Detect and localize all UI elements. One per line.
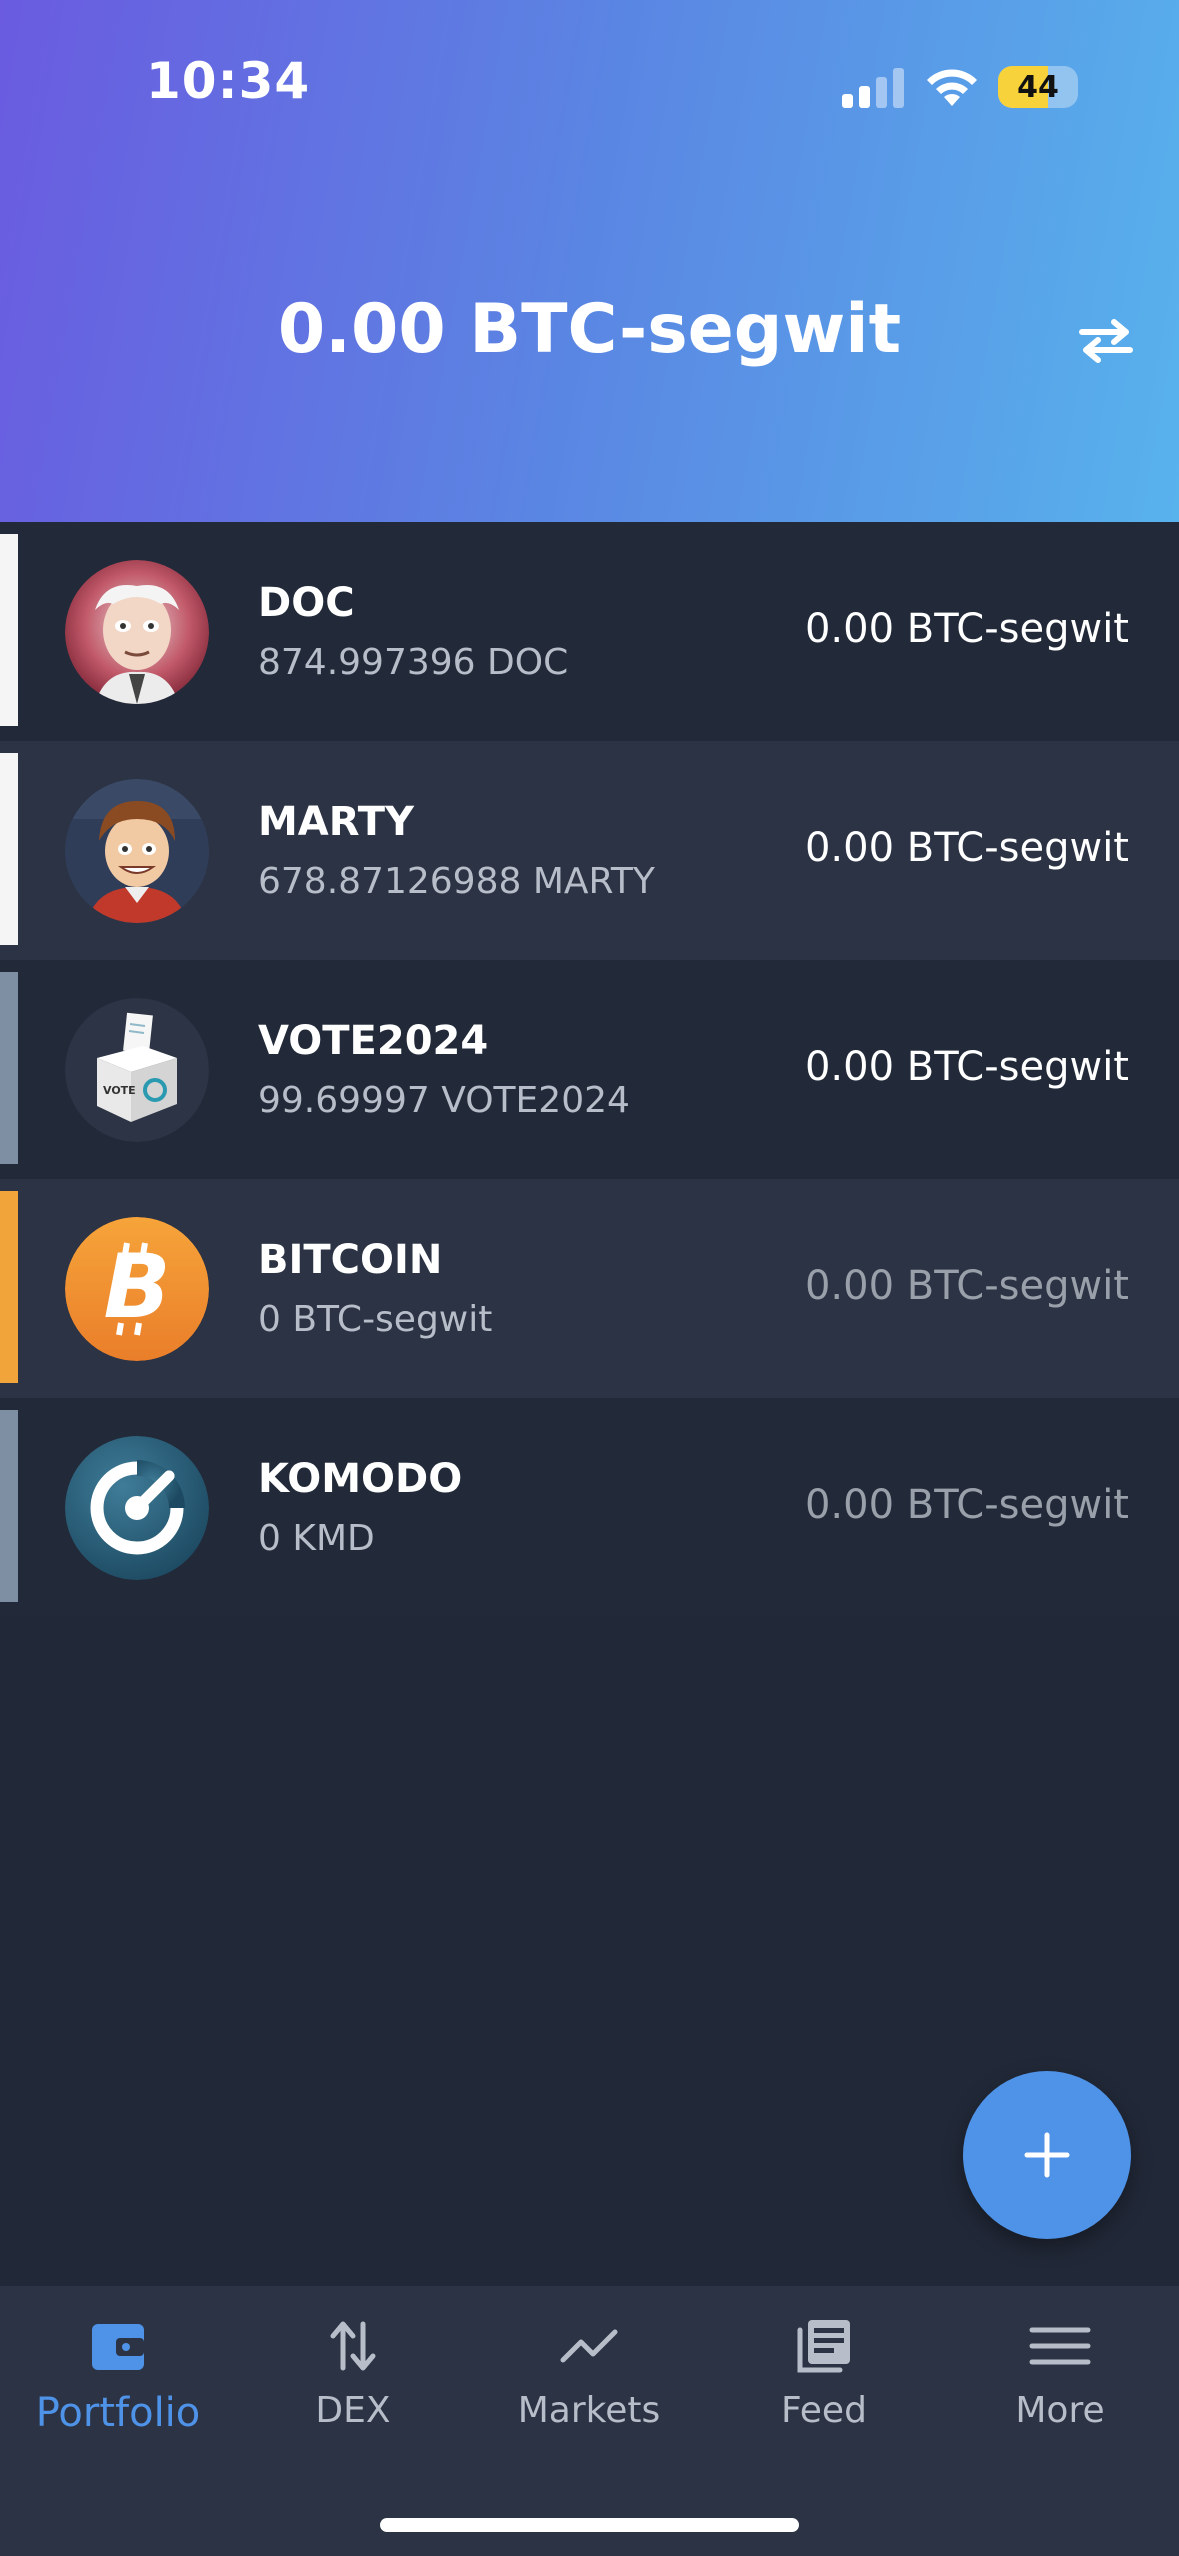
cellular-signal-icon [842, 68, 904, 108]
wallet-icon [92, 2324, 144, 2370]
battery-indicator: 44 [998, 66, 1078, 108]
coin-row-doc[interactable]: DOC 874.997396 DOC 0.00 BTC-segwit [0, 522, 1179, 741]
menu-icon [1029, 2327, 1091, 2365]
tab-portfolio[interactable]: Portfolio [8, 2314, 228, 2444]
coin-fiat-value: 0.00 BTC-segwit [804, 1482, 1129, 1528]
tab-more[interactable]: More [950, 2314, 1170, 2444]
coin-fiat-value: 0.00 BTC-segwit [804, 1263, 1129, 1309]
coin-fiat-value: 0.00 BTC-segwit [804, 825, 1129, 871]
bottom-tab-bar: Portfolio DEX Markets Feed More [0, 2286, 1179, 2556]
news-icon [797, 2320, 850, 2373]
coin-name: MARTY [258, 799, 415, 845]
wifi-icon [927, 69, 977, 106]
tab-label: More [1015, 2390, 1105, 2431]
coin-fiat-value: 0.00 BTC-segwit [804, 1044, 1129, 1090]
coin-balance: 0 BTC-segwit [258, 1299, 493, 1340]
add-coin-button[interactable] [963, 2071, 1131, 2239]
coin-name: BITCOIN [258, 1237, 443, 1283]
coin-name: VOTE2024 [258, 1018, 489, 1064]
tab-feed[interactable]: Feed [714, 2314, 934, 2444]
tab-label: DEX [315, 2390, 391, 2431]
coin-balance: 874.997396 DOC [258, 642, 569, 683]
coin-color-bar [0, 753, 18, 945]
tab-label: Markets [517, 2390, 661, 2431]
tab-markets[interactable]: Markets [479, 2314, 699, 2444]
svg-text:VOTE: VOTE [103, 1084, 136, 1097]
coin-fiat-value: 0.00 BTC-segwit [804, 606, 1129, 652]
coin-row-komodo[interactable]: KOMODO 0 KMD 0.00 BTC-segwit [0, 1398, 1179, 1617]
tab-label: Portfolio [35, 2390, 201, 2436]
coin-balance: 99.69997 VOTE2024 [258, 1080, 630, 1121]
portfolio-total: 0.00 BTC-segwit [277, 290, 902, 369]
chart-line-icon [560, 2329, 618, 2363]
coin-row-marty[interactable]: MARTY 678.87126988 MARTY 0.00 BTC-segwit [0, 741, 1179, 960]
komodo-icon [65, 1436, 209, 1580]
bitcoin-icon: B [65, 1217, 209, 1361]
coin-color-bar [0, 534, 18, 726]
tab-label: Feed [781, 2390, 867, 2431]
coin-name: KOMODO [258, 1456, 463, 1502]
plus-icon [1024, 2132, 1070, 2178]
coin-balance: 0 KMD [258, 1518, 375, 1559]
marty-avatar-icon [65, 779, 209, 923]
swap-currency-icon[interactable] [1076, 312, 1136, 368]
home-indicator[interactable] [380, 2518, 799, 2532]
coin-name: DOC [258, 580, 355, 626]
coin-color-bar [0, 1191, 18, 1383]
battery-level: 44 [1017, 69, 1059, 105]
coin-balance: 678.87126988 MARTY [258, 861, 655, 902]
ballot-box-icon: VOTE [65, 998, 209, 1142]
coin-color-bar [0, 972, 18, 1164]
svg-text:B: B [103, 1235, 170, 1338]
portfolio-header: 10:34 44 0.00 BTC-segwit [0, 0, 1179, 522]
tab-dex[interactable]: DEX [243, 2314, 463, 2444]
swap-arrows-icon [330, 2321, 376, 2371]
doc-avatar-icon [65, 560, 209, 704]
coin-list: DOC 874.997396 DOC 0.00 BTC-segwit MARTY… [0, 522, 1179, 1617]
coin-row-vote2024[interactable]: VOTE VOTE2024 99.69997 VOTE2024 0.00 BTC… [0, 960, 1179, 1179]
status-time: 10:34 [146, 52, 311, 110]
coin-row-bitcoin[interactable]: B BITCOIN 0 BTC-segwit 0.00 BTC-segwit [0, 1179, 1179, 1398]
coin-color-bar [0, 1410, 18, 1602]
